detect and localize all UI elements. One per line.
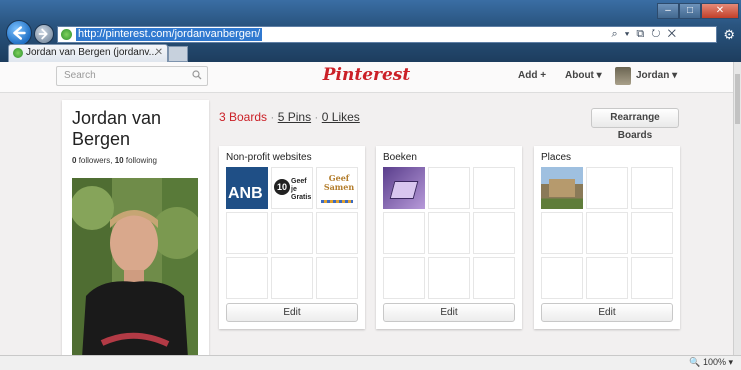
minimize-button[interactable]: – (657, 3, 679, 19)
profile-stats-bar: 3 Boards · 5 Pins · 0 Likes (219, 110, 360, 124)
browser-chrome: – □ ✕ http://pinterest.com/jordanvanberg… (0, 0, 741, 62)
board-thumbnails (383, 167, 515, 299)
browser-tab[interactable]: Jordan van Bergen (jordanv... ✕ (8, 44, 168, 62)
profile-name: Jordan van Bergen (72, 108, 162, 149)
add-menu[interactable]: Add + (518, 70, 546, 81)
empty-pin-slot (383, 212, 425, 254)
window-buttons: – □ ✕ (657, 3, 739, 19)
tab-title: Jordan van Bergen (jordanv... (26, 47, 158, 58)
new-tab-button[interactable] (168, 46, 188, 62)
empty-pin-slot (316, 212, 358, 254)
empty-pin-slot (271, 257, 313, 299)
empty-pin-slot (383, 257, 425, 299)
tab-favicon-icon (13, 48, 23, 58)
empty-pin-slot (586, 212, 628, 254)
address-bar[interactable]: http://pinterest.com/jordanvanbergen/ ⌕ … (57, 26, 717, 43)
empty-pin-slot (586, 167, 628, 209)
following-label[interactable]: following (126, 156, 157, 165)
pin-thumbnail[interactable]: Geef Samen (316, 167, 358, 209)
profile-photo (72, 178, 198, 355)
profile-card: Jordan van Bergen 0 followers, 10 follow… (62, 100, 209, 355)
pin-thumbnail[interactable] (541, 167, 583, 209)
separator: · (270, 110, 275, 124)
home-icon[interactable]: ⌂ (688, 27, 696, 43)
rearrange-boards-button[interactable]: Rearrange Boards (591, 108, 679, 141)
scrollbar-thumb[interactable] (735, 74, 740, 124)
board-title[interactable]: Boeken (383, 152, 417, 163)
board-title[interactable]: Places (541, 152, 571, 163)
empty-pin-slot (586, 257, 628, 299)
following-count[interactable]: 10 (115, 156, 124, 165)
edit-board-button[interactable]: Edit (226, 303, 358, 322)
profile-photo-image (72, 178, 198, 355)
about-menu[interactable]: About ▾ (565, 70, 602, 81)
empty-pin-slot (428, 212, 470, 254)
pin-thumbnail[interactable]: ANB (226, 167, 268, 209)
forward-arrow-icon (38, 28, 48, 40)
followers-label[interactable]: followers, (79, 156, 113, 165)
board-thumbnails (541, 167, 673, 299)
separator: · (314, 110, 319, 124)
board-title[interactable]: Non-profit websites (226, 152, 312, 163)
pin-thumbnail[interactable]: 10 Geef je Gratis (271, 167, 313, 209)
empty-pin-slot (541, 212, 583, 254)
empty-pin-slot (631, 167, 673, 209)
tab-close-button[interactable]: ✕ (155, 47, 163, 58)
edit-board-button[interactable]: Edit (541, 303, 673, 322)
empty-pin-slot (226, 257, 268, 299)
empty-pin-slot (428, 257, 470, 299)
profile-follow-stats: 0 followers, 10 following (72, 156, 157, 165)
pin-thumbnail-text: Geef Samen (323, 173, 355, 192)
empty-pin-slot (631, 212, 673, 254)
boards-count-link[interactable]: 3 Boards (219, 110, 267, 124)
toolbar-icons: ⌂ ★ ⚙ (688, 27, 735, 43)
empty-pin-slot (428, 167, 470, 209)
back-button[interactable] (6, 20, 32, 46)
pin-thumbnail[interactable] (383, 167, 425, 209)
empty-pin-slot (271, 212, 313, 254)
edit-board-button[interactable]: Edit (383, 303, 515, 322)
pin-thumbnail-text: Geef je Gratis (291, 178, 312, 201)
address-url[interactable]: http://pinterest.com/jordanvanbergen/ (76, 28, 263, 41)
pin-thumbnail-badge: 10 (274, 179, 290, 195)
pin-thumbnail-text: ANB (228, 185, 263, 202)
page-content: Search Pinterest Add + About ▾ Jordan ▾ … (0, 62, 733, 355)
zoom-level[interactable]: 🔍 100% ▾ (689, 357, 733, 368)
board-card[interactable]: Boeken Edit (376, 146, 522, 329)
star-icon[interactable]: ★ (704, 27, 716, 43)
close-window-button[interactable]: ✕ (701, 3, 739, 19)
site-header: Search Pinterest Add + About ▾ Jordan ▾ (0, 62, 733, 93)
back-arrow-icon (13, 26, 26, 40)
board-card[interactable]: Places Edit (534, 146, 680, 329)
pin-thumbnail-stripe (321, 200, 353, 203)
status-bar: 🔍 100% ▾ (0, 355, 741, 370)
empty-pin-slot (316, 257, 358, 299)
forward-button[interactable] (34, 24, 54, 44)
pins-count-link[interactable]: 5 Pins (278, 110, 311, 124)
building-shape (549, 179, 575, 197)
maximize-button[interactable]: □ (679, 3, 701, 19)
board-card[interactable]: Non-profit websites ANB 10 Geef je Grati… (219, 146, 365, 329)
empty-pin-slot (631, 257, 673, 299)
followers-count[interactable]: 0 (72, 156, 76, 165)
user-avatar[interactable] (615, 67, 631, 85)
empty-pin-slot (473, 257, 515, 299)
empty-pin-slot (226, 212, 268, 254)
likes-count-link[interactable]: 0 Likes (322, 110, 360, 124)
gear-icon[interactable]: ⚙ (723, 27, 735, 43)
user-menu[interactable]: Jordan ▾ (636, 70, 677, 81)
board-thumbnails: ANB 10 Geef je Gratis Geef Samen (226, 167, 358, 299)
empty-pin-slot (541, 257, 583, 299)
address-controls[interactable]: ⌕ ▾ ⧉ ↻ ✕ (611, 28, 678, 41)
empty-pin-slot (473, 212, 515, 254)
book-cover-shape (389, 181, 419, 199)
empty-pin-slot (473, 167, 515, 209)
vertical-scrollbar[interactable] (733, 62, 741, 355)
site-favicon-icon (61, 29, 72, 40)
